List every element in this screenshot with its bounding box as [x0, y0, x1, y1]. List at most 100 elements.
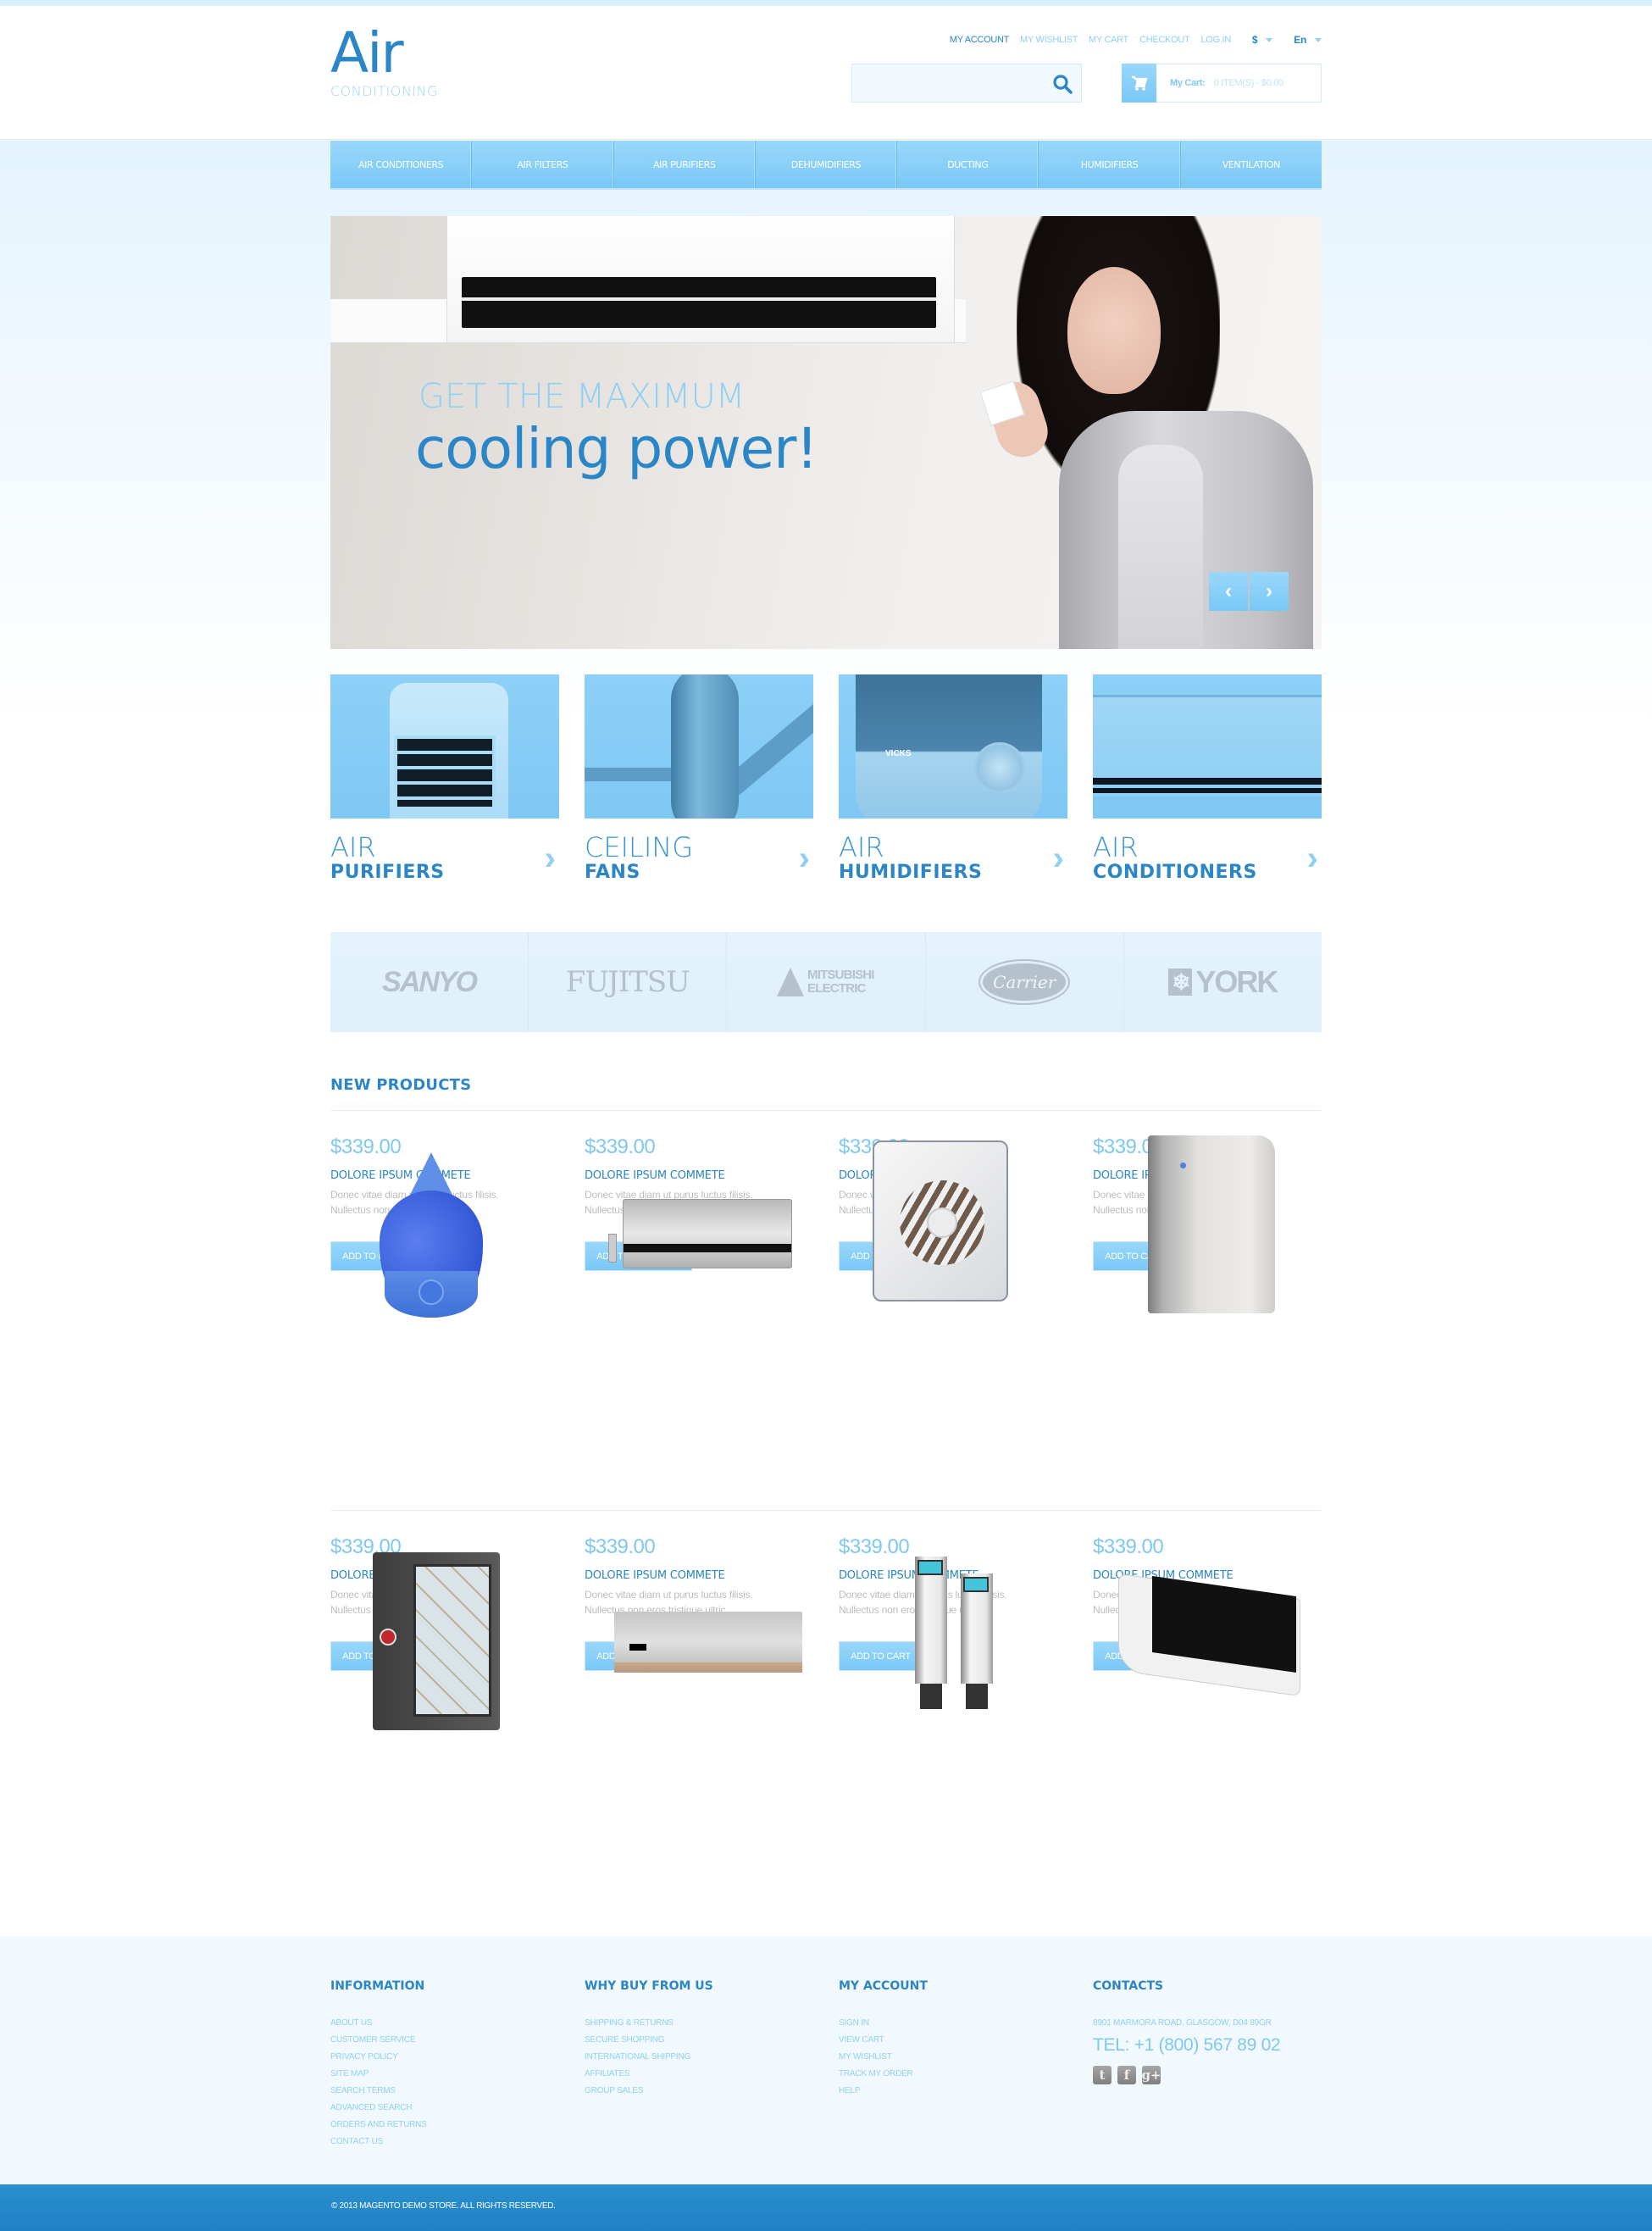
category-air-humidifiers[interactable]: VICKS AIR HUMIDIFIERS › [839, 674, 1067, 884]
art-part [1180, 1163, 1186, 1168]
link-log-in[interactable]: LOG IN [1200, 35, 1231, 45]
footer-link-orders-and-returns[interactable]: ORDERS AND RETURNS [330, 2117, 427, 2134]
link-my-account[interactable]: MY ACCOUNT [950, 35, 1009, 45]
category-air-purifiers[interactable]: AIR PURIFIERS › [330, 674, 559, 884]
contact-phone: TEL: +1 (800) 567 89 02 [1093, 2035, 1281, 2055]
footer-link-privacy-policy[interactable]: PRIVACY POLICY [330, 2049, 427, 2066]
nav-air-purifiers[interactable]: AIR PURIFIERS [614, 141, 756, 188]
product-price: $339.00 [1093, 1535, 1164, 1558]
twitter-icon[interactable]: t [1093, 2066, 1111, 2084]
category-air-conditioners[interactable]: AIR CONDITIONERS › [1093, 674, 1322, 884]
cart-label: My Cart: [1170, 78, 1206, 88]
footer-link-track-my-order[interactable]: TRACK MY ORDER [839, 2066, 928, 2083]
footer-link-international-shipping[interactable]: INTERNATIONAL SHIPPING [585, 2049, 713, 2066]
cart-summary: 0 ITEM(S) - $0.00 [1213, 78, 1284, 88]
product-price: $339.00 [585, 1135, 656, 1158]
nav-ventilation[interactable]: VENTILATION [1181, 141, 1322, 188]
brand-carrier[interactable]: Carrier [926, 932, 1124, 1032]
nav-air-conditioners[interactable]: AIR CONDITIONERS [330, 141, 473, 188]
art-part [917, 1560, 943, 1575]
product-name[interactable]: DOLORE IPSUM COMMETE [585, 1169, 813, 1182]
brand-sanyo[interactable]: SANYO [330, 932, 529, 1032]
footer-link-affiliates[interactable]: AFFILIATES [585, 2066, 713, 2083]
footer-link-shipping-returns[interactable]: SHIPPING & RETURNS [585, 2015, 713, 2032]
footer [0, 1936, 1652, 2184]
product-row-2: $339.00 DOLORE IPSUM COMMETE Donec vitae… [330, 1535, 1322, 1730]
footer-link-contact-us[interactable]: CONTACT US [330, 2134, 427, 2151]
category-line1: AIR [839, 831, 884, 863]
footer-link-customer-service[interactable]: CUSTOMER SERVICE [330, 2032, 427, 2049]
chevron-right-icon: › [798, 839, 810, 877]
chevron-left-icon[interactable]: ‹ [1209, 572, 1248, 611]
category-line2: HUMIDIFIERS [839, 862, 983, 883]
footer-link-search-terms[interactable]: SEARCH TERMS [330, 2083, 427, 2100]
facebook-icon[interactable]: f [1117, 2066, 1136, 2084]
footer-link-group-sales[interactable]: GROUP SALES [585, 2083, 713, 2100]
art-part [614, 1662, 802, 1673]
nav-ducting[interactable]: DUCTING [897, 141, 1039, 188]
art-part [624, 1244, 791, 1252]
copyright-text: © 2013 MAGENTO DEMO STORE. ALL RIGHTS RE… [331, 2201, 556, 2211]
divider [330, 1510, 1322, 1511]
footer-heading: MY ACCOUNT [839, 1979, 928, 1993]
search-input[interactable] [852, 64, 1039, 102]
footer-link-help[interactable]: HELP [839, 2083, 928, 2100]
product-card: $339.00 DOLORE IPSUM COMMETE Donec vitae… [330, 1535, 559, 1730]
hero-headline-main: cooling power! [415, 416, 818, 481]
knob-art [974, 742, 1025, 793]
art-part [629, 1644, 646, 1651]
footer-link-about-us[interactable]: ABOUT US [330, 2015, 427, 2032]
art-part [966, 1684, 988, 1709]
footer-link-site-map[interactable]: SITE MAP [330, 2066, 427, 2083]
nav-air-filters[interactable]: AIR FILTERS [472, 141, 614, 188]
caret-down-icon [1315, 37, 1322, 42]
logo[interactable]: Air CONDITIONING [330, 25, 438, 100]
google-plus-icon[interactable]: g+ [1141, 2066, 1161, 2084]
product-row-1: $339.00 DOLORE IPSUM COMMETE Donec vitae… [330, 1135, 1322, 1318]
language-select[interactable]: En [1294, 34, 1322, 46]
link-my-wishlist[interactable]: MY WISHLIST [1020, 35, 1078, 45]
product-card: $339.00 DOLORE IPSUM COMMETE Donec vitae… [839, 1135, 1067, 1301]
art-part [380, 1629, 396, 1646]
art-part [608, 1234, 617, 1263]
product-card: $339.00 DOLORE IPSUM COMMETE Donec vitae… [1093, 1135, 1322, 1313]
art-part [413, 1564, 491, 1717]
footer-link-secure-shopping[interactable]: SECURE SHOPPING [585, 2032, 713, 2049]
art-part [915, 1557, 947, 1709]
link-checkout[interactable]: CHECKOUT [1139, 35, 1190, 45]
footer-heading: INFORMATION [330, 1979, 425, 1993]
footer-link-advanced-search[interactable]: ADVANCED SEARCH [330, 2100, 427, 2117]
footer-link-view-cart[interactable]: VIEW CART [839, 2032, 928, 2049]
hero-face [1067, 267, 1161, 394]
nav-humidifiers[interactable]: HUMIDIFIERS [1039, 141, 1181, 188]
link-my-cart[interactable]: MY CART [1089, 35, 1128, 45]
hero-shirt [1118, 445, 1203, 649]
product-name[interactable]: DOLORE IPSUM COMMETE [585, 1569, 813, 1582]
footer-link-sign-in[interactable]: SIGN IN [839, 2015, 928, 2032]
category-image [330, 674, 559, 819]
currency-select[interactable]: $ [1252, 34, 1273, 46]
footer-column-my-account: MY ACCOUNT SIGN IN VIEW CART MY WISHLIST… [839, 1979, 928, 2100]
contact-address: 8901 MARMORA ROAD, GLASGOW, D04 89GR [1093, 2018, 1272, 2028]
main-nav: AIR CONDITIONERS AIR FILTERS AIR PURIFIE… [330, 141, 1322, 190]
nav-dehumidifiers[interactable]: DEHUMIDIFIERS [756, 141, 898, 188]
search-box [851, 64, 1082, 103]
split-ac-art [608, 1199, 792, 1268]
hero-slider[interactable]: GET THE MAXIMUM cooling power! ‹ › [330, 216, 1322, 649]
search-icon[interactable] [1052, 74, 1073, 94]
mini-cart[interactable]: My Cart: 0 ITEM(S) - $0.00 [1122, 64, 1322, 103]
footer-heading: WHY BUY FROM US [585, 1979, 713, 1993]
product-price: $339.00 [585, 1535, 656, 1558]
brand-mitsubishi[interactable]: MITSUBISHI ELECTRIC [727, 932, 926, 1032]
brand-york[interactable]: ❄ YORK [1124, 932, 1322, 1032]
brand-mitsubishi-text: MITSUBISHI ELECTRIC [807, 968, 874, 996]
split-ac-art [614, 1612, 802, 1673]
brand-logos: SANYO FUJITSU MITSUBISHI ELECTRIC Carrie… [330, 932, 1322, 1032]
fan-body-art [671, 674, 739, 819]
category-ceiling-fans[interactable]: CEILING FANS › [585, 674, 813, 884]
brand-fujitsu[interactable]: FUJITSU [529, 932, 728, 1032]
chevron-right-icon[interactable]: › [1250, 572, 1289, 611]
product-card: $339.00 DOLORE IPSUM COMMETE Donec vitae… [585, 1535, 813, 1673]
category-image: VICKS [839, 674, 1067, 819]
footer-link-my-wishlist[interactable]: MY WISHLIST [839, 2049, 928, 2066]
